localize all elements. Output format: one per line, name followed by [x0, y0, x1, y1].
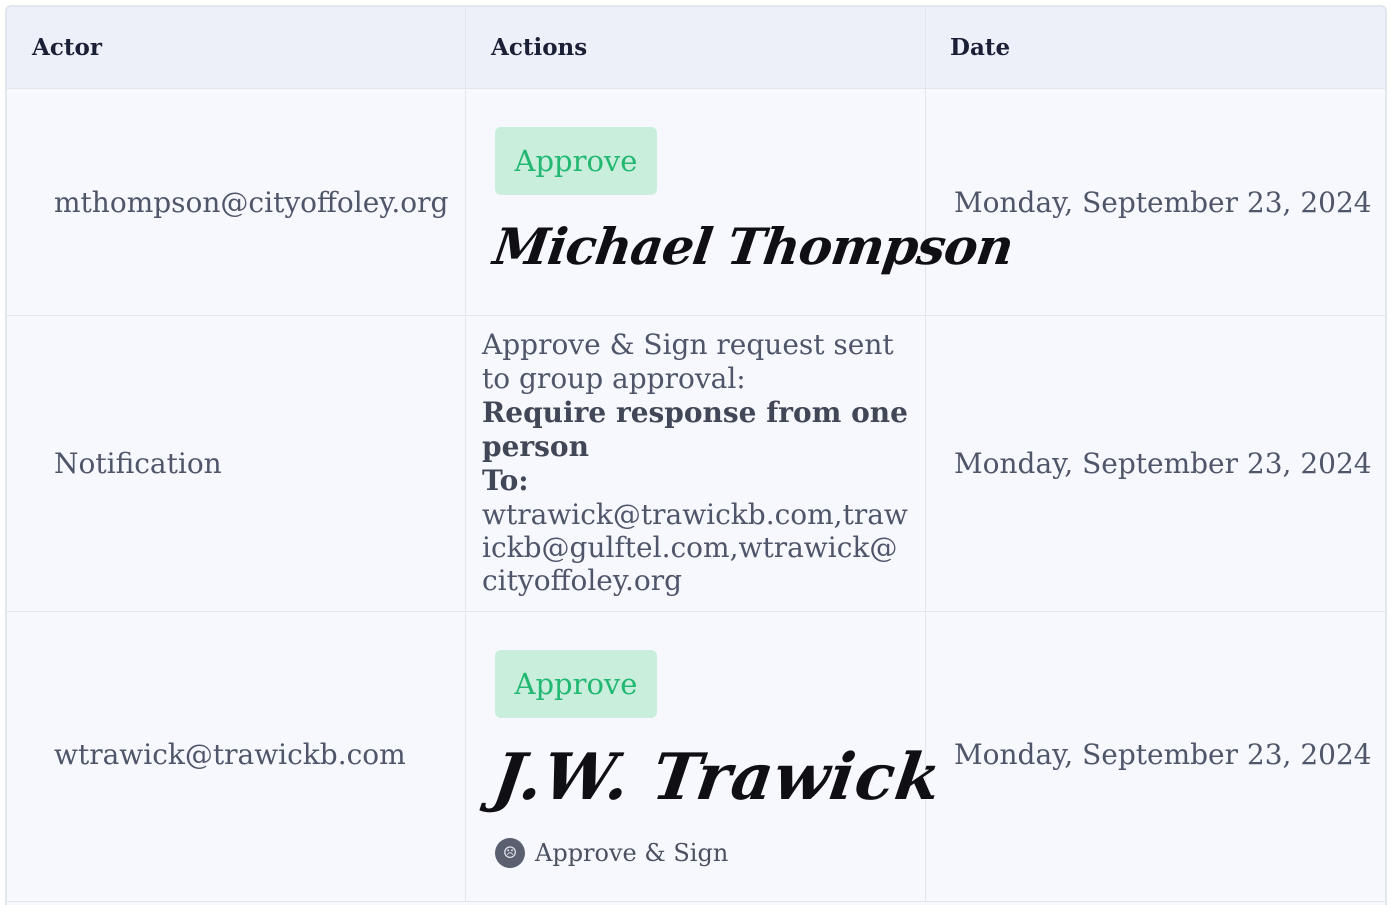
notification-to-label: To: [482, 464, 529, 497]
column-header-actor: Actor [7, 7, 466, 89]
table-row-2-actions: Approve & Sign request sent to group app… [466, 316, 926, 612]
column-header-date: Date [926, 7, 1385, 89]
table-row-1-actor: mthompson@cityoffoley.org [7, 89, 466, 316]
approve-sign-label: Approve & Sign [535, 839, 729, 867]
table-row-3-actor: wtrawick@trawickb.com [7, 612, 466, 902]
audit-trail-table: Actor Actions Date mthompson@cityoffoley… [5, 5, 1387, 905]
approve-sign-method: ☹ Approve & Sign [495, 838, 728, 868]
column-header-actions: Actions [466, 7, 926, 89]
notification-recipients: wtrawick@trawickb.com,trawickb@gulftel.c… [482, 498, 908, 597]
signature: J.W. Trawick [488, 740, 947, 815]
table-row-2-actor: Notification [7, 316, 466, 612]
table-row-3-date: Monday, September 23, 2024 [926, 612, 1385, 902]
approve-button[interactable]: Approve [495, 650, 657, 718]
notification-requirement: Require response from one person [482, 396, 908, 463]
user-avatar-icon: ☹ [495, 838, 525, 868]
table-row-3-actions: Approve J.W. Trawick ☹ Approve & Sign [466, 612, 946, 902]
table-row-2-date: Monday, September 23, 2024 [926, 316, 1385, 612]
notification-message: Approve & Sign request sent to group app… [482, 328, 894, 395]
approve-button[interactable]: Approve [495, 127, 657, 195]
table-row-1-date: Monday, September 23, 2024 [926, 89, 1385, 316]
table-row-1-actions: Approve Michael Thompson [466, 89, 1017, 316]
